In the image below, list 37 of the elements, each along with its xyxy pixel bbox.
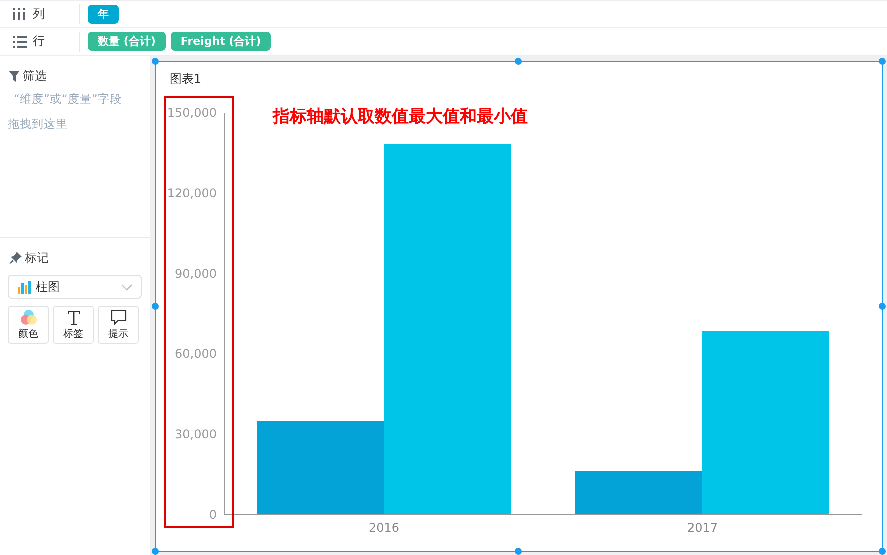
y-tick-label: 0 <box>209 508 217 522</box>
color-circles-icon <box>20 309 38 326</box>
resize-handle[interactable] <box>515 58 522 65</box>
list-icon <box>13 36 27 48</box>
chart-type-select[interactable]: 柱图 <box>8 275 142 299</box>
x-tick-label: 2017 <box>687 521 718 535</box>
speech-bubble-icon <box>110 310 126 326</box>
drop-hint: “维度”或“度量”字段拖拽到这里 <box>7 91 123 133</box>
resize-handle[interactable] <box>152 548 159 555</box>
shelf-label: 列 <box>33 6 45 22</box>
columns-icon <box>13 8 27 20</box>
bar-chart-icon <box>17 280 31 294</box>
mark-button[interactable]: 颜色 <box>8 306 49 344</box>
text-icon <box>66 310 80 326</box>
resize-handle[interactable] <box>152 58 159 65</box>
resize-handle[interactable] <box>152 302 159 310</box>
pin-icon <box>9 252 22 265</box>
chevron-down-icon <box>121 284 133 290</box>
y-tick-label: 150,000 <box>167 106 217 120</box>
y-tick-label: 90,000 <box>175 266 217 281</box>
mark-button[interactable]: 提示 <box>98 306 139 344</box>
x-tick-label: 2016 <box>368 521 400 535</box>
y-tick-label: 60,000 <box>175 347 217 362</box>
chart-title: 图表1 <box>169 71 203 88</box>
resize-handle[interactable] <box>879 548 886 555</box>
marks-title: 标记 <box>25 250 49 267</box>
resize-handle[interactable] <box>879 58 886 65</box>
filter-icon <box>9 71 20 82</box>
resize-handle[interactable] <box>515 548 522 555</box>
mark-button[interactable]: 标签 <box>53 306 94 344</box>
y-tick-label: 120,000 <box>167 186 217 200</box>
annotation-text: 指标轴默认取数值最大值和最小值 <box>273 107 528 127</box>
chart-panel[interactable]: 图表1 指标轴默认取数值最大值和最小值 0 30,000 60,000 90,000 120,000 150,000 2016 2017 <box>155 61 883 552</box>
shelf-label: 行 <box>33 33 45 50</box>
y-tick-label: 30,000 <box>175 428 217 442</box>
filter-title: 筛选 <box>23 68 47 85</box>
resize-handle[interactable] <box>879 302 886 310</box>
